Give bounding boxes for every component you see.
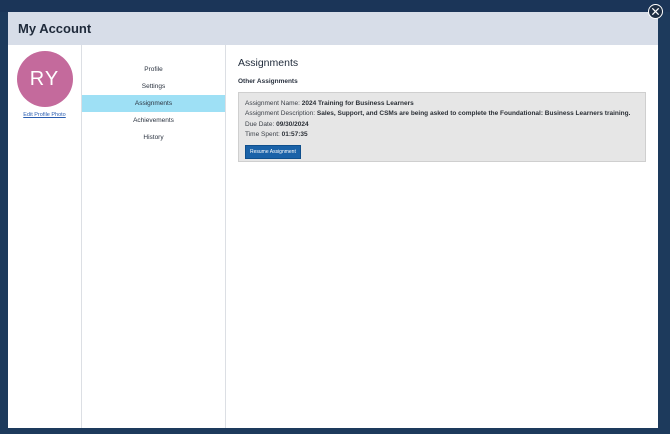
resume-assignment-button[interactable]: Resume Assignment [245, 145, 301, 160]
section-title: Other Assignments [238, 78, 298, 85]
top-strip [0, 0, 670, 12]
assignment-description-value: Sales, Support, and CSMs are being asked… [316, 110, 631, 118]
assignment-description-label: Assignment Description: [245, 110, 316, 118]
avatar-column: RY Edit Profile Photo [8, 45, 82, 428]
nav-item-assignments[interactable]: Assignments [82, 95, 225, 112]
nav-item-achievements[interactable]: Achievements [82, 112, 225, 129]
assignment-name-value: 2024 Training for Business Learners [301, 100, 414, 107]
time-spent-value: 01:57:35 [281, 130, 308, 138]
nav-item-profile[interactable]: Profile [82, 61, 225, 78]
time-spent-label: Time Spent: [245, 130, 280, 138]
nav-item-settings[interactable]: Settings [82, 78, 225, 95]
due-date-value: 09/30/2024 [276, 120, 309, 128]
modal-body: RY Edit Profile Photo Profile Settings A… [8, 45, 658, 428]
modal-header: My Account [8, 12, 658, 45]
assignment-name-row: Assignment Name: 2024 Training for Busin… [245, 99, 639, 109]
avatar: RY [16, 51, 73, 107]
page-title: Assignments [238, 57, 299, 69]
nav-item-history[interactable]: History [82, 129, 225, 146]
due-date-label: Due Date: [245, 120, 275, 128]
due-date-row: Due Date: 09/30/2024 [245, 120, 639, 130]
account-nav: Profile Settings Assignments Achievement… [82, 45, 226, 428]
my-account-modal: My Account RY Edit Profile Photo Profile… [8, 4, 663, 428]
assignment-name-label: Assignment Name: [245, 100, 300, 107]
assignment-description-row: Assignment Description: Sales, Support, … [245, 109, 639, 119]
close-button[interactable] [648, 4, 663, 19]
assignments-panel: Assignments Other Assignments Assignment… [226, 45, 658, 428]
modal-title: My Account [18, 21, 92, 36]
assignment-card: Assignment Name: 2024 Training for Busin… [238, 92, 646, 162]
close-icon [652, 8, 659, 15]
edit-profile-photo-link[interactable]: Edit Profile Photo [23, 112, 66, 118]
time-spent-row: Time Spent: 01:57:35 [245, 130, 639, 140]
